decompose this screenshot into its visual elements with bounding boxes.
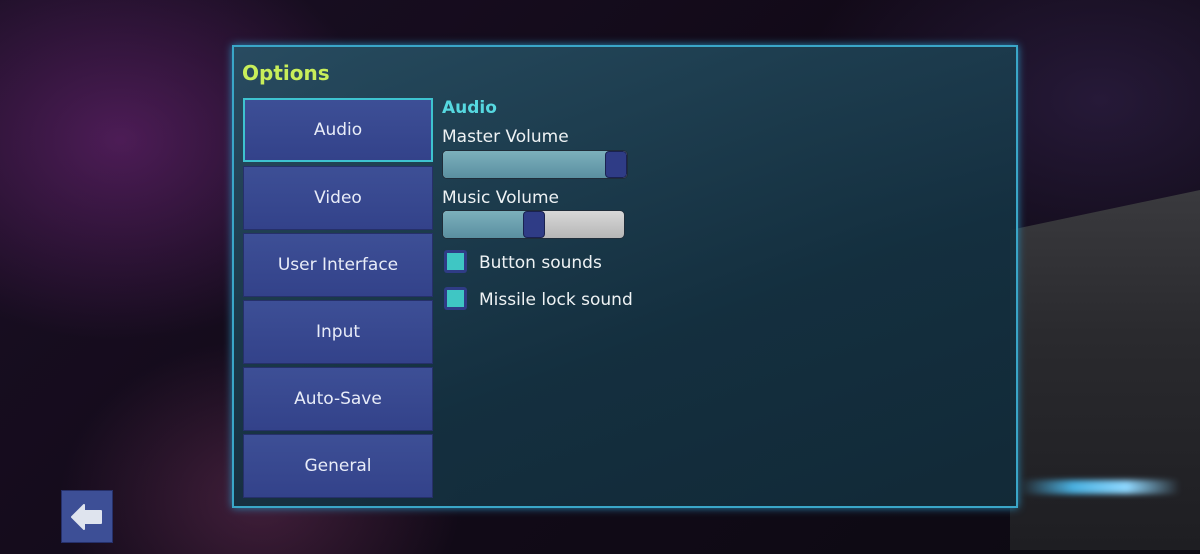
arrow-left-icon [71, 503, 102, 530]
slider-fill [443, 211, 534, 238]
music-volume-label: Music Volume [442, 188, 559, 208]
tab-general[interactable]: General [243, 434, 433, 498]
master-volume-label: Master Volume [442, 127, 569, 147]
slider-thumb[interactable] [522, 211, 545, 238]
missile-lock-sound-label: Missile lock sound [479, 290, 633, 310]
button-sounds-checkbox[interactable] [444, 250, 467, 273]
missile-lock-sound-checkbox[interactable] [444, 287, 467, 310]
tab-video[interactable]: Video [243, 166, 433, 230]
panel-title: Options [242, 61, 330, 85]
back-button[interactable] [61, 490, 113, 543]
check-mark [447, 290, 464, 307]
section-title: Audio [442, 98, 497, 118]
slider-thumb[interactable] [605, 151, 627, 178]
music-volume-slider[interactable] [442, 210, 625, 239]
check-mark [447, 253, 464, 270]
options-panel: Options Audio Video User Interface Input… [232, 45, 1018, 508]
tab-input[interactable]: Input [243, 300, 433, 364]
tab-auto-save[interactable]: Auto-Save [243, 367, 433, 431]
slider-fill [443, 151, 616, 178]
master-volume-slider[interactable] [442, 150, 628, 179]
tab-user-interface[interactable]: User Interface [243, 233, 433, 297]
tab-audio[interactable]: Audio [243, 98, 433, 162]
button-sounds-label: Button sounds [479, 253, 602, 273]
space-station-background [1010, 190, 1200, 550]
